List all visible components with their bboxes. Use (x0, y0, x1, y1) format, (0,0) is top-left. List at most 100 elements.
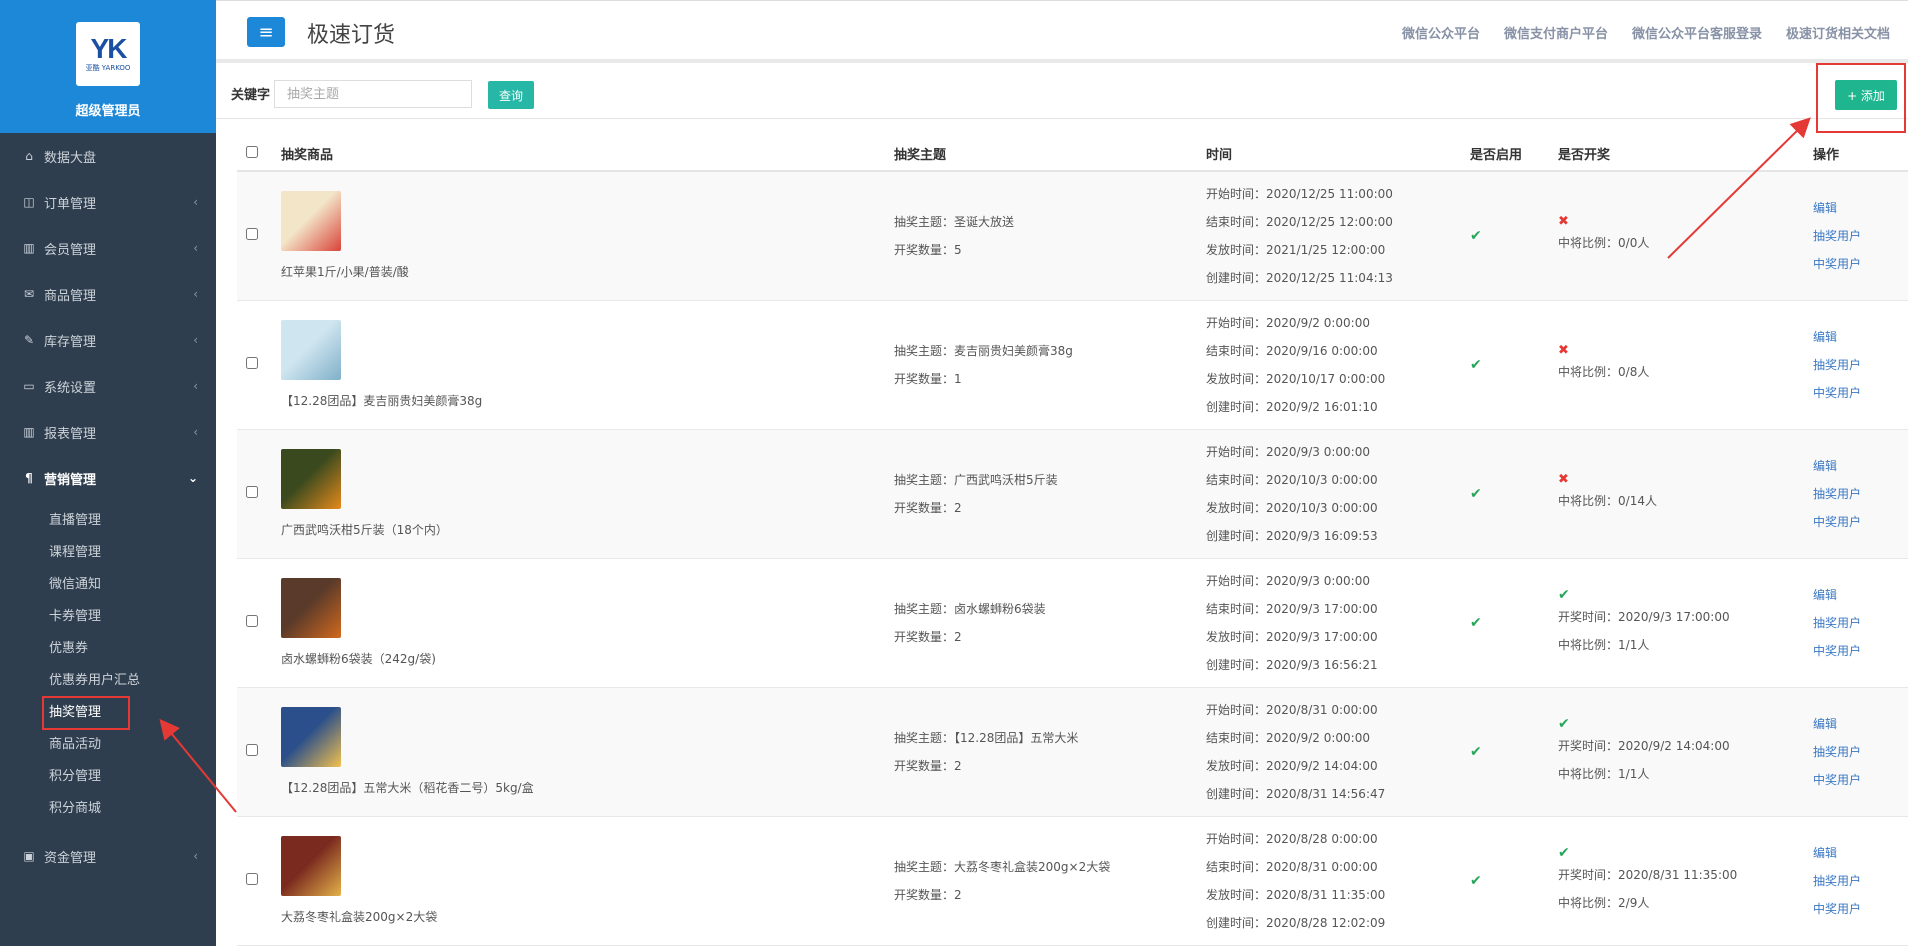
field-label: 中将比例： (1558, 365, 1619, 379)
link-wechat-service[interactable]: 微信公众平台客服登录 (1632, 23, 1762, 42)
lottery-users-link[interactable]: 抽奖用户 (1813, 351, 1908, 379)
row-checkbox[interactable] (246, 744, 258, 756)
enabled-check-icon: ✔ (1470, 485, 1482, 502)
subnav-label: 优惠券用户汇总 (49, 673, 141, 688)
subnav-item-live[interactable]: 直播管理 (0, 505, 216, 537)
subnav-item-wechat-notify[interactable]: 微信通知 (0, 569, 216, 601)
field-label: 创建时间： (1206, 657, 1267, 672)
field-label: 结束时间： (1206, 472, 1267, 487)
row-checkbox[interactable] (246, 486, 258, 498)
lottery-users-link[interactable]: 抽奖用户 (1813, 867, 1908, 895)
edit-link[interactable]: 编辑 (1813, 323, 1908, 351)
winners-link[interactable]: 中奖用户 (1813, 895, 1908, 923)
field-value: 2 (954, 758, 962, 773)
sidebar-item-settings[interactable]: ▭ 系统设置 ‹ (0, 363, 216, 409)
chevron-left-icon: ‹ (193, 287, 198, 301)
winners-link[interactable]: 中奖用户 (1813, 508, 1908, 536)
row-checkbox[interactable] (246, 228, 258, 241)
draw-count: 开奖数量：2 (894, 881, 1206, 909)
row-checkbox[interactable] (246, 873, 258, 885)
row-checkbox[interactable] (246, 357, 258, 369)
field-value: 2020/8/31 14:56:47 (1266, 786, 1386, 801)
keyword-input[interactable] (274, 80, 472, 108)
subnav-item-points-mall[interactable]: 积分商城 (0, 793, 216, 825)
select-cell (237, 300, 281, 429)
field-value: 0/8人 (1618, 365, 1650, 379)
sidebar-item-marketing[interactable]: ¶ 营销管理 ⌄ (0, 455, 216, 501)
draw-time: 开奖时间：2020/8/31 11:35:00 (1558, 861, 1813, 889)
sidebar-item-funds[interactable]: ▣ 资金管理 ‹ (0, 833, 216, 879)
subnav-label: 优惠券 (49, 641, 89, 656)
link-docs[interactable]: 极速订货相关文档 (1786, 23, 1890, 42)
sidebar-item-members[interactable]: ▥ 会员管理 ‹ (0, 225, 216, 271)
field-value: 2020/8/28 0:00:00 (1266, 831, 1378, 846)
drawn-cell: ✔ 开奖时间：2020/9/2 14:04:00 中将比例：1/1人 (1558, 687, 1813, 816)
sidebar-item-products[interactable]: ✉ 商品管理 ‹ (0, 271, 216, 317)
edit-link[interactable]: 编辑 (1813, 452, 1908, 480)
subnav-item-coupon-users[interactable]: 优惠券用户汇总 (0, 665, 216, 697)
menu-toggle-button[interactable]: ≡ (247, 17, 285, 47)
link-wechat-mp[interactable]: 微信公众平台 (1402, 23, 1480, 42)
envelope-icon: ✉ (23, 287, 35, 301)
theme-cell: 抽奖主题：卤水螺蛳粉6袋装 开奖数量：2 (894, 558, 1206, 687)
time-cell: 开始时间：2020/9/2 0:00:00 结束时间：2020/9/16 0:0… (1206, 300, 1470, 429)
row-checkbox[interactable] (246, 615, 258, 627)
field-value: 2020/10/3 0:00:00 (1266, 472, 1378, 487)
field-value: 麦吉丽贵妇美颜膏38g (954, 343, 1073, 358)
subnav-item-cards[interactable]: 卡券管理 (0, 601, 216, 633)
edit-link[interactable]: 编辑 (1813, 710, 1908, 738)
sidebar-item-label: 会员管理 (44, 242, 97, 258)
column-header: 是否启用 (1470, 137, 1558, 172)
edit-link[interactable]: 编辑 (1813, 839, 1908, 867)
created-time: 创建时间：2020/9/2 16:01:10 (1206, 393, 1470, 421)
winners-link[interactable]: 中奖用户 (1813, 637, 1908, 665)
subnav-item-courses[interactable]: 课程管理 (0, 537, 216, 569)
draw-time: 开奖时间：2020/9/2 14:04:00 (1558, 732, 1813, 760)
sidebar-item-reports[interactable]: ▥ 报表管理 ‹ (0, 409, 216, 455)
ops-cell: 编辑 抽奖用户 中奖用户 (1813, 558, 1908, 687)
lottery-users-link[interactable]: 抽奖用户 (1813, 738, 1908, 766)
query-button[interactable]: 查询 (488, 81, 534, 109)
sidebar-item-dashboard[interactable]: ⌂ 数据大盘 (0, 133, 216, 179)
field-label: 开奖时间： (1558, 738, 1619, 753)
sidebar-nav-bottom: ▣ 资金管理 ‹ (0, 833, 216, 879)
enabled-check-icon: ✔ (1470, 743, 1482, 760)
page-title: 极速订货 (307, 23, 396, 48)
sidebar-item-inventory[interactable]: ✎ 库存管理 ‹ (0, 317, 216, 363)
lottery-users-link[interactable]: 抽奖用户 (1813, 609, 1908, 637)
winners-link[interactable]: 中奖用户 (1813, 250, 1908, 278)
field-value: 2020/9/3 17:00:00 (1266, 629, 1378, 644)
add-button[interactable]: + 添加 (1835, 80, 1897, 110)
enabled-cell: ✔ (1470, 429, 1558, 558)
field-label: 结束时间： (1206, 601, 1267, 616)
edit-link[interactable]: 编辑 (1813, 194, 1908, 222)
field-label: 中将比例： (1558, 494, 1619, 508)
sidebar-item-orders[interactable]: ◫ 订单管理 ‹ (0, 179, 216, 225)
subnav-item-lottery[interactable]: 抽奖管理 (0, 696, 216, 730)
table-row: 广西武鸣沃柑5斤装（18个内） 抽奖主题：广西武鸣沃柑5斤装 开奖数量：2 开始… (237, 429, 1908, 558)
time-cell: 开始时间：2020/9/3 0:00:00 结束时间：2020/9/3 17:0… (1206, 558, 1470, 687)
subnav-item-product-activities[interactable]: 商品活动 (0, 729, 216, 761)
winners-link[interactable]: 中奖用户 (1813, 766, 1908, 794)
field-value: 2020/9/3 17:00:00 (1618, 609, 1730, 624)
subnav-item-coupons[interactable]: 优惠券 (0, 633, 216, 665)
drawn-cell: ✖ 中将比例：0/0人 (1558, 171, 1813, 300)
select-all-checkbox[interactable] (246, 145, 258, 158)
edit-link[interactable]: 编辑 (1813, 581, 1908, 609)
ops-cell: 编辑 抽奖用户 中奖用户 (1813, 429, 1908, 558)
ops-cell: 编辑 抽奖用户 中奖用户 (1813, 687, 1908, 816)
product-name: 卤水螺蛳粉6袋装（242g/袋) (281, 652, 436, 666)
product-image (281, 191, 341, 252)
winners-link[interactable]: 中奖用户 (1813, 379, 1908, 407)
top-header: ≡ 极速订货 微信公众平台 微信支付商户平台 微信公众平台客服登录 极速订货相关… (216, 0, 1908, 63)
drawn-cell: ✖ 中将比例：0/8人 (1558, 300, 1813, 429)
subnav-item-points[interactable]: 积分管理 (0, 761, 216, 793)
theme-cell: 抽奖主题：圣诞大放送 开奖数量：5 (894, 171, 1206, 300)
ops-cell: 编辑 抽奖用户 中奖用户 (1813, 816, 1908, 945)
lottery-users-link[interactable]: 抽奖用户 (1813, 222, 1908, 250)
end-time: 结束时间：2020/9/16 0:00:00 (1206, 337, 1470, 365)
lottery-users-link[interactable]: 抽奖用户 (1813, 480, 1908, 508)
link-wechat-pay[interactable]: 微信支付商户平台 (1504, 23, 1608, 42)
field-value: 卤水螺蛳粉6袋装 (954, 601, 1046, 616)
chevron-left-icon: ‹ (193, 849, 198, 863)
